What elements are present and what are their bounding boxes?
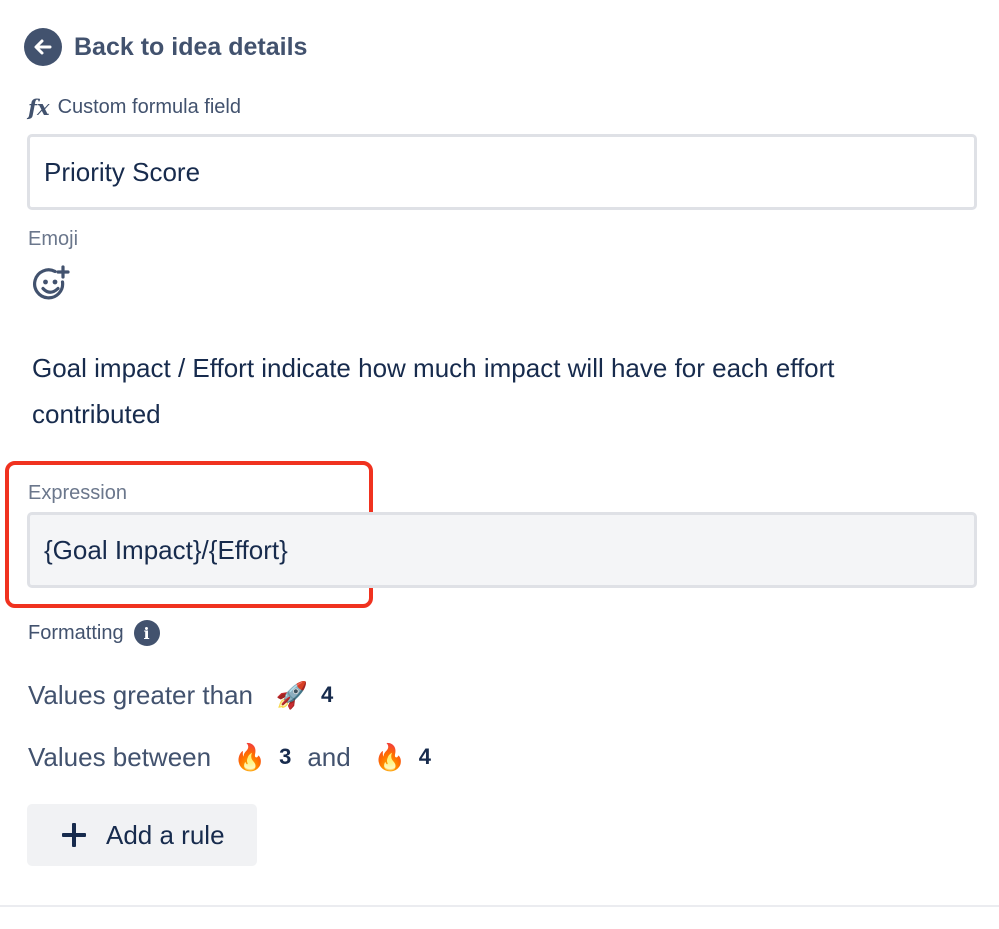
arrow-left-circle-icon <box>24 28 62 66</box>
rule-prefix: Values between <box>28 741 212 772</box>
bottom-divider <box>0 905 999 907</box>
add-emoji-icon[interactable] <box>32 265 72 305</box>
formatting-label: Formatting <box>28 621 124 644</box>
rocket-icon[interactable]: 🚀 <box>275 678 309 712</box>
rule-value[interactable]: 4 <box>321 682 333 708</box>
fire-icon[interactable]: 🔥 <box>373 740 407 774</box>
formatting-rule-between: Values between 🔥 3 and 🔥 4 <box>28 740 431 774</box>
rule-min-value[interactable]: 3 <box>279 744 291 770</box>
rule-prefix: Values greater than <box>28 679 253 710</box>
field-name-input[interactable] <box>27 134 977 210</box>
formatting-rule-greater-than: Values greater than 🚀 4 <box>28 678 333 712</box>
field-type-label: fx Custom formula field <box>28 95 241 120</box>
expression-label: Expression <box>28 482 127 504</box>
expression-input[interactable] <box>27 512 977 588</box>
add-rule-button[interactable]: Add a rule <box>27 804 257 866</box>
field-type-text: Custom formula field <box>57 96 241 118</box>
rule-max-value[interactable]: 4 <box>419 744 431 770</box>
emoji-label: Emoji <box>28 228 79 250</box>
fire-icon[interactable]: 🔥 <box>233 740 267 774</box>
add-rule-label: Add a rule <box>106 819 225 850</box>
rule-joiner: and <box>307 741 351 772</box>
formula-description: Goal impact / Effort indicate how much i… <box>32 353 835 429</box>
formatting-header: Formatting i <box>28 620 160 646</box>
plus-icon <box>62 823 86 847</box>
formula-field-editor: Back to idea details fx Custom formula f… <box>0 0 999 929</box>
info-icon[interactable]: i <box>133 620 160 646</box>
back-to-idea-details-link[interactable]: Back to idea details <box>24 28 307 66</box>
back-link-label: Back to idea details <box>74 32 308 61</box>
fx-icon: fx <box>28 95 50 120</box>
